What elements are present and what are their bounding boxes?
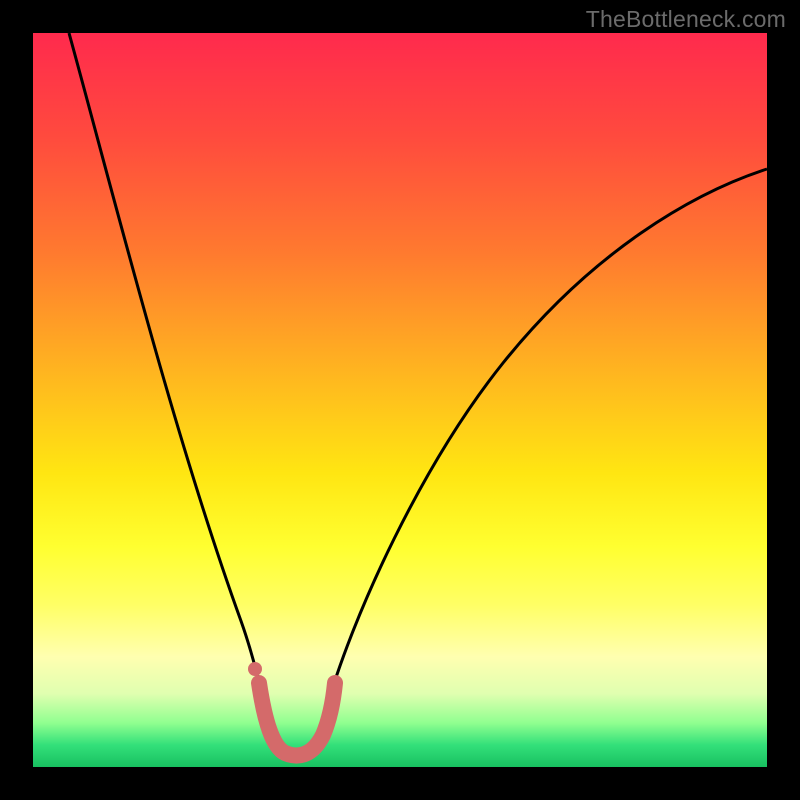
curve-layer bbox=[33, 33, 767, 767]
highlight-band bbox=[259, 683, 335, 756]
bottleneck-curve-right bbox=[325, 169, 767, 713]
chart-frame: TheBottleneck.com bbox=[0, 0, 800, 800]
highlight-dot-icon bbox=[248, 662, 262, 676]
watermark-text: TheBottleneck.com bbox=[586, 6, 786, 33]
bottleneck-curve-left bbox=[69, 33, 267, 717]
plot-area bbox=[33, 33, 767, 767]
